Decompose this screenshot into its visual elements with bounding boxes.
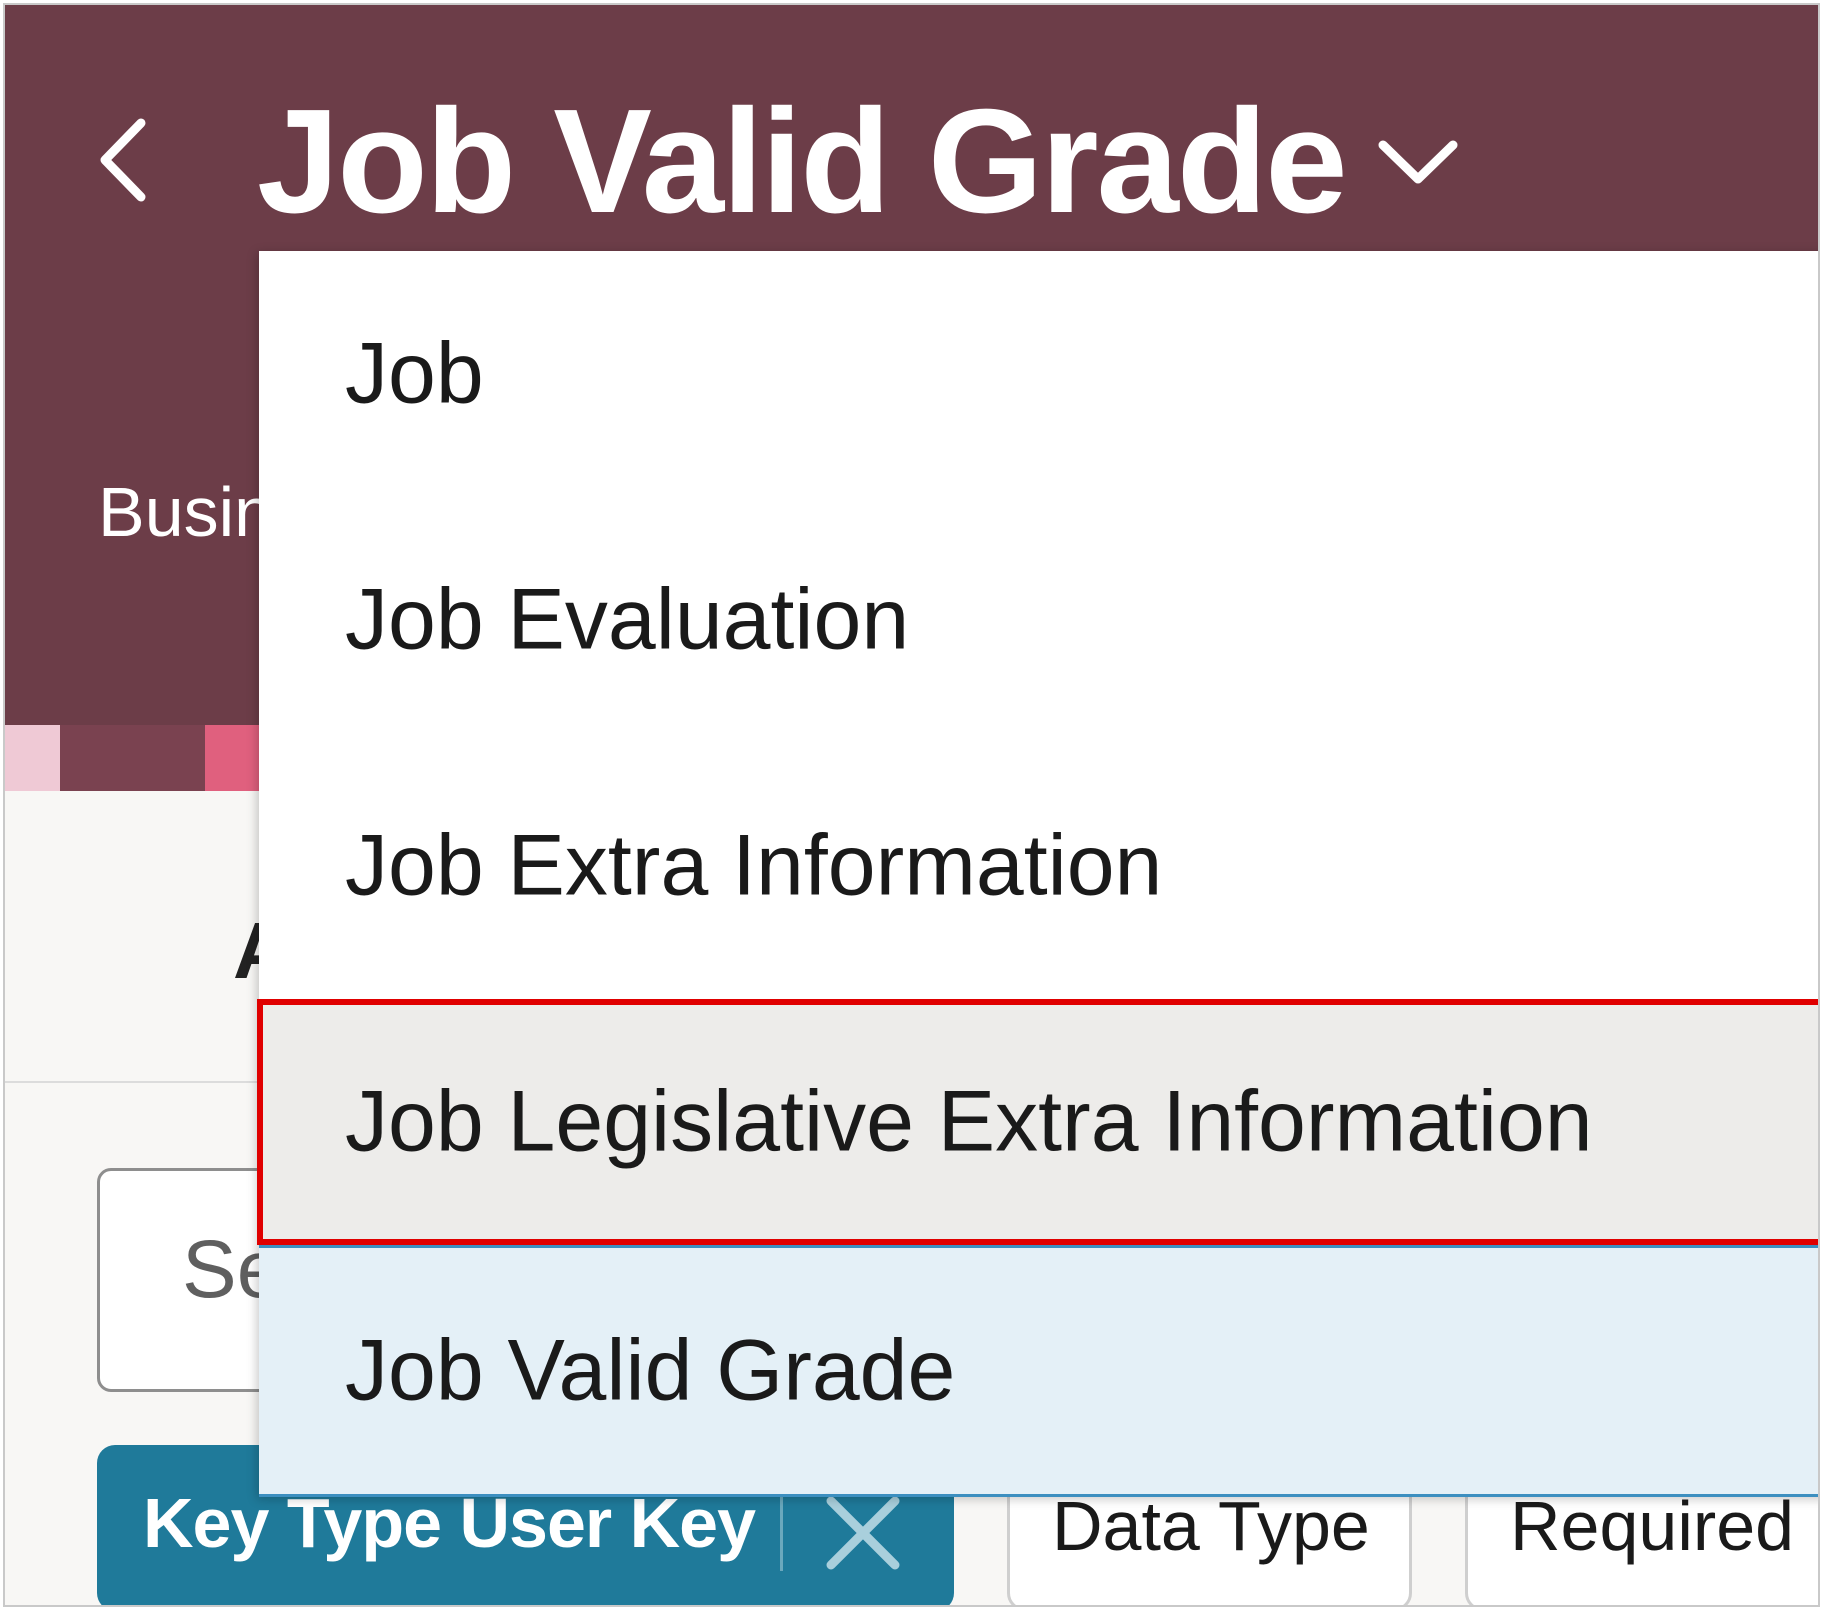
menu-item-label: Job Evaluation <box>345 571 910 668</box>
chip-separator <box>780 1495 783 1571</box>
remove-filter-button[interactable] <box>817 1487 909 1579</box>
menu-item-job-extra-information[interactable]: Job Extra Information <box>259 743 1818 989</box>
back-button[interactable] <box>83 105 163 215</box>
menu-item-label: Job Valid Grade <box>345 1322 956 1419</box>
title-dropdown-menu: Job Job Evaluation Job Extra Information… <box>257 251 1818 1497</box>
menu-item-job[interactable]: Job <box>259 251 1818 497</box>
menu-item-job-legislative-extra-information[interactable]: Job Legislative Extra Information <box>259 999 1818 1245</box>
close-icon <box>826 1496 900 1570</box>
chevron-left-icon <box>100 118 146 202</box>
page-title[interactable]: Job Valid Grade <box>257 77 1348 247</box>
header-subtitle: Busin <box>98 473 274 551</box>
chevron-down-icon <box>1378 140 1458 184</box>
menu-item-label: Job Legislative Extra Information <box>345 1073 1593 1170</box>
app-frame: Job Valid Grade Busin A Se Key Type User… <box>3 3 1820 1607</box>
menu-item-label: Job <box>345 325 484 422</box>
filter-chip-label: Required <box>1510 1487 1795 1565</box>
menu-item-job-evaluation[interactable]: Job Evaluation <box>259 497 1818 743</box>
title-dropdown-toggle[interactable] <box>1373 123 1463 203</box>
menu-item-label: Job Extra Information <box>345 817 1163 914</box>
filter-chip-label: Data Type <box>1052 1487 1370 1565</box>
menu-item-job-valid-grade[interactable]: Job Valid Grade <box>259 1245 1818 1494</box>
